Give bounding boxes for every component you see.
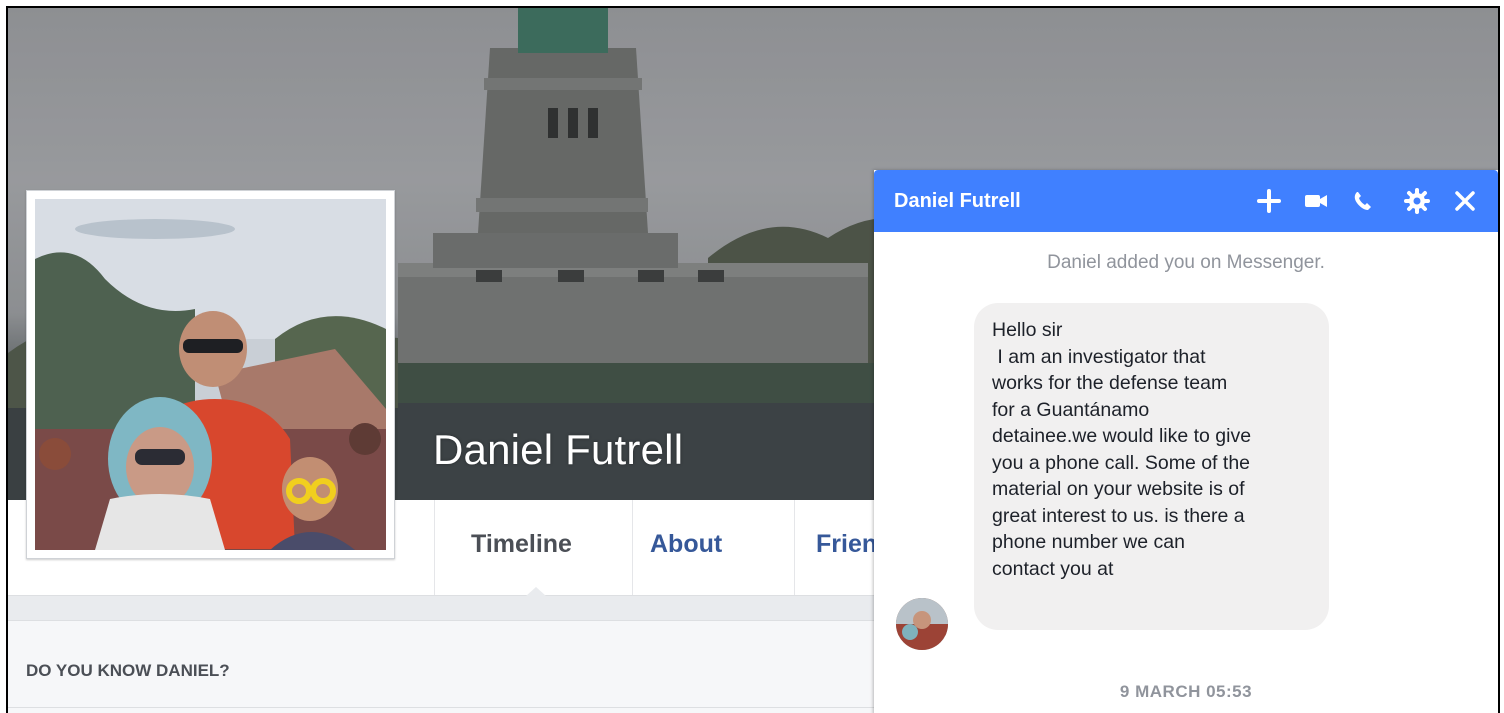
do-you-know-title: DO YOU KNOW DANIEL?	[26, 661, 230, 680]
tab-timeline[interactable]: Timeline	[471, 530, 572, 559]
message-line: you a phone call. Some of the	[992, 451, 1251, 474]
chat-system-message: Daniel added you on Messenger.	[1047, 252, 1325, 273]
nav-separator	[632, 500, 633, 595]
close-icon[interactable]	[1450, 186, 1480, 216]
do-you-know-panel: DO YOU KNOW DANIEL?	[8, 620, 878, 713]
tab-friends[interactable]: Friends	[816, 530, 876, 559]
message-line: works for the defense team	[992, 372, 1228, 394]
message-timestamp: 9 MARCH 05:53	[1119, 682, 1253, 701]
profile-photo-image	[35, 199, 386, 550]
gear-icon[interactable]	[1402, 186, 1432, 216]
chat-header[interactable]: Daniel Futrell	[874, 170, 1498, 232]
message-line: material on your website is of	[992, 478, 1245, 500]
sender-avatar[interactable]	[896, 598, 948, 650]
profile-picture[interactable]	[26, 190, 395, 559]
message-line: great interest to us. is there a	[992, 504, 1245, 527]
divider	[8, 707, 878, 708]
message-line: Hello sir	[992, 319, 1063, 341]
video-call-icon[interactable]	[1301, 186, 1331, 216]
nav-separator	[794, 500, 795, 595]
add-icon[interactable]	[1254, 186, 1284, 216]
phone-icon[interactable]	[1348, 186, 1378, 216]
chat-title[interactable]: Daniel Futrell	[894, 190, 1021, 213]
active-tab-indicator	[526, 587, 546, 596]
nav-separator	[434, 500, 435, 595]
message-line: for a Guantánamo	[992, 398, 1150, 421]
message-line: detainee.we would like to give	[992, 425, 1252, 447]
profile-name[interactable]: Daniel Futrell	[433, 426, 683, 474]
message-bubble[interactable]: Hello sir I am an investigator that work…	[974, 303, 1329, 630]
tab-about[interactable]: About	[650, 530, 722, 559]
messenger-chat-window: Daniel Futrell Daniel added you on Messe…	[874, 170, 1498, 713]
message-line: contact you at	[992, 557, 1114, 580]
screenshot-frame: Daniel Futrell Timeline About Friends	[6, 6, 1500, 713]
message-line: I am an investigator that	[992, 345, 1206, 368]
message-line: phone number we can	[992, 531, 1185, 553]
